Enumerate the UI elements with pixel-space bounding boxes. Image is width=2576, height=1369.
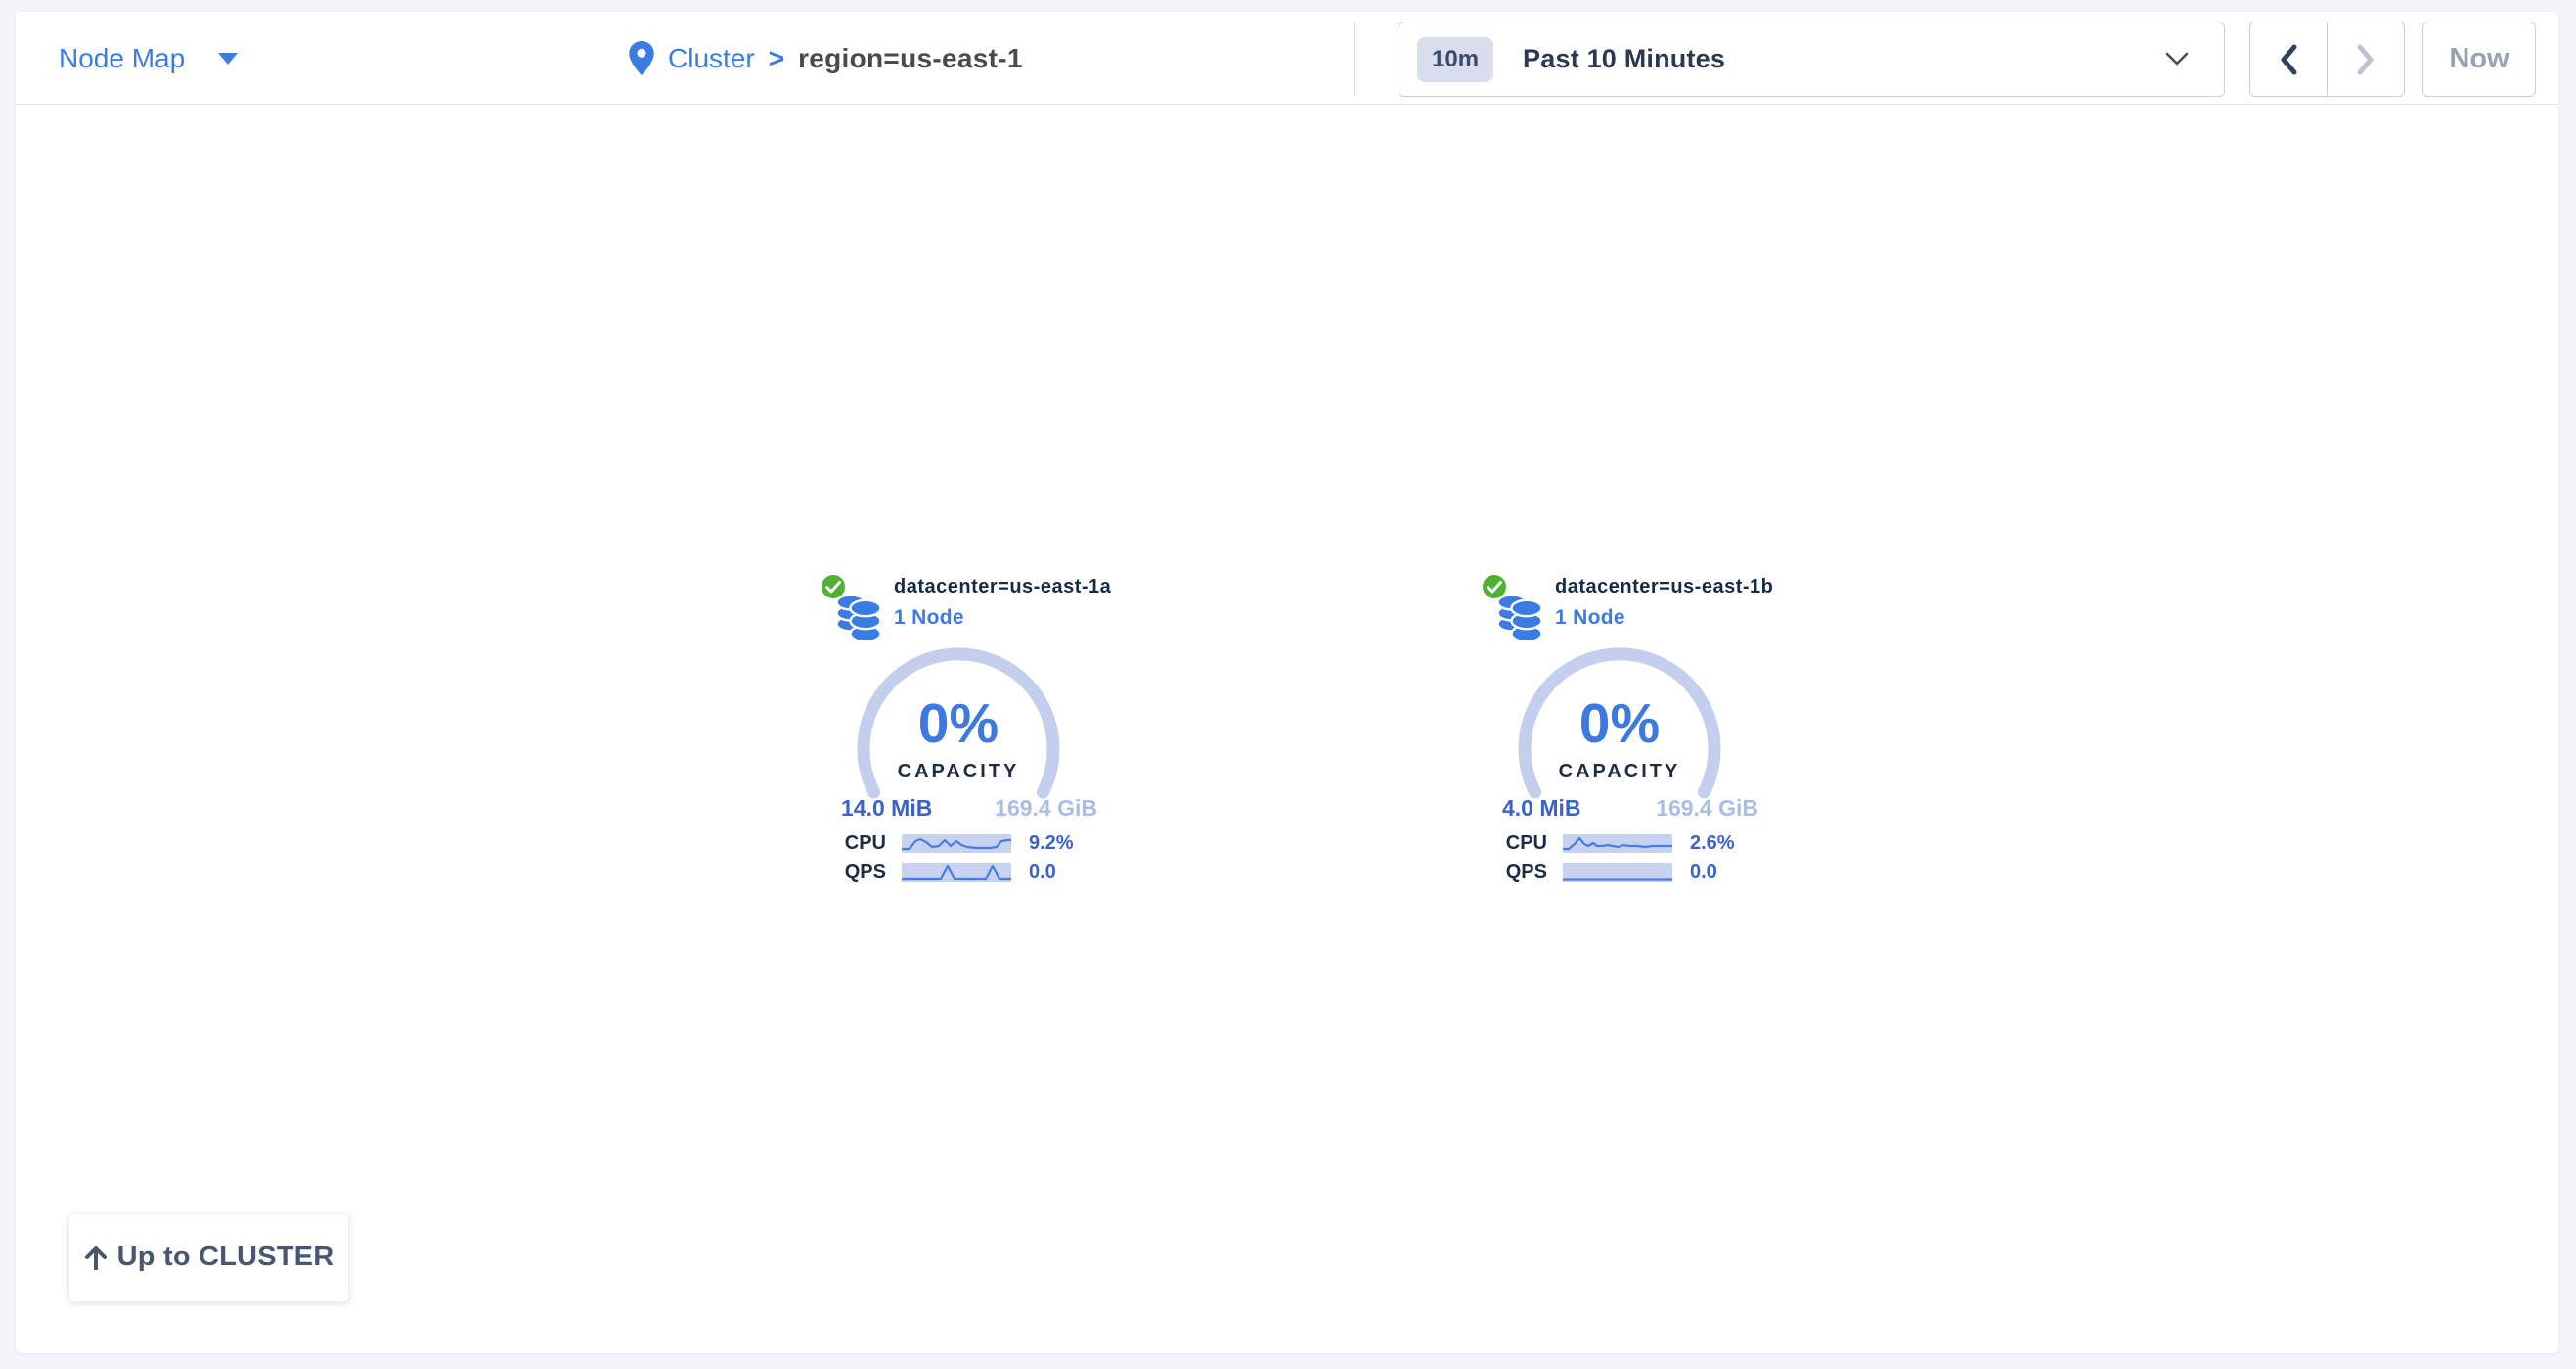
chevron-down-icon bbox=[2165, 52, 2189, 70]
healthy-check-icon bbox=[1481, 573, 1508, 600]
database-stack-icon bbox=[835, 591, 882, 648]
cpu-label: CPU bbox=[1502, 832, 1547, 855]
breadcrumb: Cluster > region=us-east-1 bbox=[629, 12, 1023, 105]
cpu-sparkline bbox=[902, 834, 1011, 853]
view-selector-dropdown[interactable]: Node Map bbox=[59, 12, 238, 105]
chevron-right-icon bbox=[2353, 42, 2378, 77]
capacity-label: CAPACITY bbox=[851, 761, 1066, 783]
qps-sparkline bbox=[902, 863, 1011, 882]
qps-sparkline bbox=[1563, 863, 1672, 882]
capacity-gauge: 0% CAPACITY bbox=[851, 641, 1066, 857]
breadcrumb-separator: > bbox=[769, 43, 784, 74]
cpu-sparkline bbox=[1563, 834, 1672, 853]
breadcrumb-cluster-link[interactable]: Cluster bbox=[668, 43, 755, 74]
now-button-label: Now bbox=[2449, 43, 2509, 75]
caret-down-icon bbox=[218, 53, 238, 65]
qps-label: QPS bbox=[841, 861, 886, 884]
cpu-stat-row: CPU 2.6% bbox=[1502, 833, 1735, 853]
time-forward-button[interactable] bbox=[2327, 22, 2404, 96]
locality-name[interactable]: datacenter=us-east-1a bbox=[894, 576, 1111, 598]
view-selector-label: Node Map bbox=[59, 43, 185, 74]
up-to-cluster-button[interactable]: Up to CLUSTER bbox=[68, 1213, 349, 1302]
qps-value: 0.0 bbox=[1029, 861, 1056, 884]
arrow-up-icon bbox=[84, 1245, 108, 1270]
capacity-used: 14.0 MiB bbox=[841, 795, 932, 821]
database-stack-icon bbox=[1496, 591, 1543, 648]
chevron-left-icon bbox=[2276, 42, 2301, 77]
qps-value: 0.0 bbox=[1690, 861, 1717, 884]
locality-titles: datacenter=us-east-1a 1 Node bbox=[894, 576, 1111, 630]
capacity-values: 14.0 MiB 169.4 GiB bbox=[841, 795, 1097, 821]
capacity-percent: 0% bbox=[851, 691, 1066, 756]
breadcrumb-current: region=us-east-1 bbox=[798, 43, 1023, 74]
time-range-dropdown[interactable]: 10m Past 10 Minutes bbox=[1399, 22, 2225, 97]
locality-card-us-east-1b: datacenter=us-east-1b 1 Node 0% CAPACITY… bbox=[1473, 572, 1766, 905]
now-button[interactable]: Now bbox=[2422, 22, 2536, 97]
topbar: Node Map Cluster > region=us-east-1 10m … bbox=[16, 12, 2558, 105]
cpu-value: 2.6% bbox=[1690, 832, 1735, 855]
cpu-label: CPU bbox=[841, 832, 886, 855]
qps-stat-row: QPS 0.0 bbox=[1502, 862, 1717, 882]
capacity-total: 169.4 GiB bbox=[995, 795, 1097, 821]
time-back-button[interactable] bbox=[2250, 22, 2327, 96]
time-range-label: Past 10 Minutes bbox=[1523, 44, 1725, 74]
time-nav-group bbox=[2249, 22, 2405, 97]
cpu-stat-row: CPU 9.2% bbox=[841, 833, 1074, 853]
capacity-total: 169.4 GiB bbox=[1656, 795, 1758, 821]
capacity-used: 4.0 MiB bbox=[1502, 795, 1581, 821]
map-pin-icon bbox=[629, 41, 654, 75]
locality-card-us-east-1a: datacenter=us-east-1a 1 Node 0% CAPACITY… bbox=[812, 572, 1105, 905]
locality-node-count: 1 Node bbox=[894, 606, 1111, 630]
locality-node-count: 1 Node bbox=[1555, 606, 1773, 630]
qps-label: QPS bbox=[1502, 861, 1547, 884]
capacity-percent: 0% bbox=[1512, 691, 1727, 756]
node-map-panel: Node Map Cluster > region=us-east-1 10m … bbox=[16, 12, 2558, 1353]
time-range-badge: 10m bbox=[1417, 37, 1493, 82]
capacity-label: CAPACITY bbox=[1512, 761, 1727, 783]
locality-name[interactable]: datacenter=us-east-1b bbox=[1555, 576, 1773, 598]
capacity-gauge: 0% CAPACITY bbox=[1512, 641, 1727, 857]
qps-stat-row: QPS 0.0 bbox=[841, 862, 1056, 882]
healthy-check-icon bbox=[820, 573, 847, 600]
cpu-value: 9.2% bbox=[1029, 832, 1074, 855]
locality-titles: datacenter=us-east-1b 1 Node bbox=[1555, 576, 1773, 630]
capacity-values: 4.0 MiB 169.4 GiB bbox=[1502, 795, 1758, 821]
topbar-divider bbox=[1354, 22, 1355, 96]
up-to-cluster-label: Up to CLUSTER bbox=[117, 1241, 334, 1273]
